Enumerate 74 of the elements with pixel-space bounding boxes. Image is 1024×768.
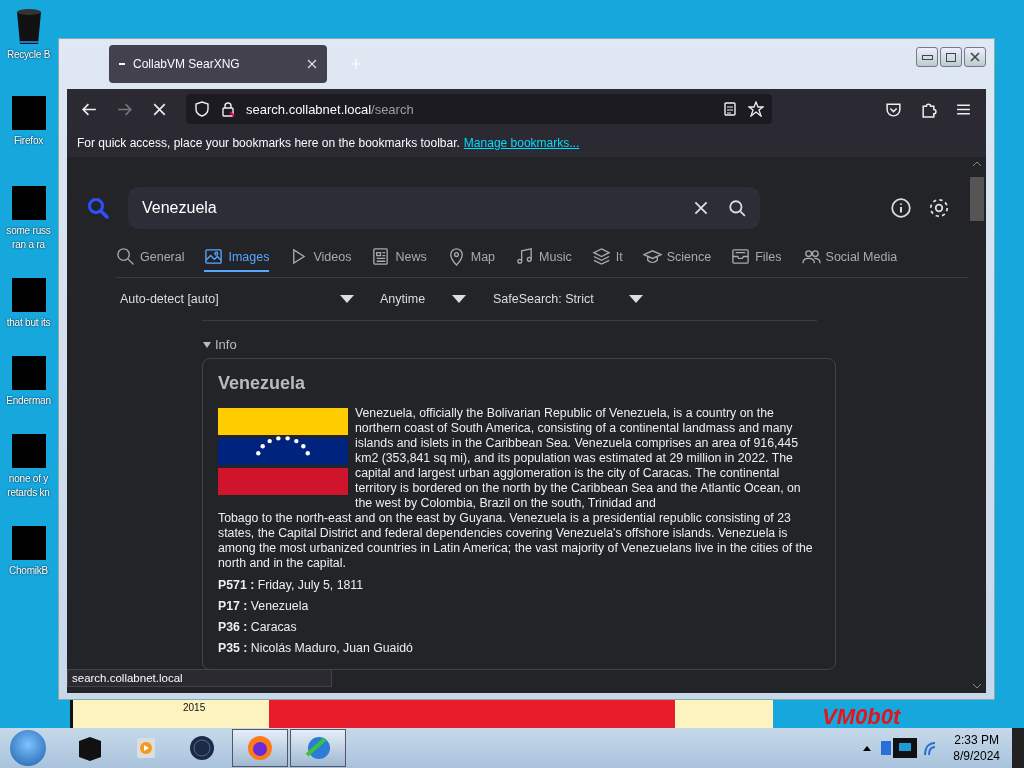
scroll-down-icon[interactable]: [972, 683, 982, 689]
browser-tab[interactable]: CollabVM SearXNG: [109, 45, 327, 83]
search-icon[interactable]: [728, 199, 746, 217]
close-button[interactable]: [964, 47, 986, 67]
lock-icon[interactable]: [220, 101, 236, 117]
url-text[interactable]: search.collabnet.local/search: [246, 101, 414, 117]
taskbar-app[interactable]: [290, 729, 346, 767]
filter-dropdown[interactable]: SafeSearch: Strict: [493, 292, 643, 306]
infobox-fact: P571 : Friday, July 5, 1811: [218, 578, 365, 592]
category-tab[interactable]: General: [116, 247, 185, 272]
close-icon[interactable]: [970, 52, 980, 62]
desktop-icon[interactable]: [11, 278, 46, 312]
people-icon[interactable]: [801, 247, 821, 266]
category-tab[interactable]: Social Media: [801, 247, 898, 272]
desktop-icon[interactable]: [11, 356, 46, 390]
category-tab[interactable]: Files: [731, 247, 782, 272]
filter-dropdown[interactable]: Auto-detect [auto]: [120, 292, 354, 306]
settings-icon[interactable]: [928, 197, 950, 219]
address-bar[interactable]: search.collabnet.local/search: [186, 94, 772, 124]
infobox-description: Tobago to the north-east and on the east by Guyana. Venezuela is a presidential republic consisting of 23 states, the Capital District and federal dependencies covering Venezuela's offshore islands. Venezuela is among the most urbanized countries in Latin America; the vast majority of Venezuelans live in the cities of the north and in the capital.: [218, 511, 814, 571]
minimize-button[interactable]: [916, 47, 938, 67]
newspaper-icon[interactable]: [371, 247, 391, 266]
scrollbar-thumb[interactable]: [970, 177, 984, 221]
globe-icon[interactable]: [187, 733, 217, 763]
inbox-icon[interactable]: [731, 247, 751, 266]
caret-icon: [629, 295, 643, 303]
desktop-icon[interactable]: [11, 96, 46, 130]
shield-icon[interactable]: [194, 101, 210, 117]
infobox-fact: P17 : Venezuela: [218, 599, 310, 613]
star-icon[interactable]: [748, 101, 764, 117]
infobox-description: Venezuela, officially the Bolivarian Republic of Venezuela, is a country on the northern coast of South America, consisting of a continental landmass and many islands and islets in the Caribbean Sea. Venezuela comprises an area of 916,445 km2 (353,841 sq mi), and its population was estimated at 29 million in 2022. The capital and largest urban agglomeration is the city of Caracas. The continental territory is bordered on the north by the Caribbean Sea and the Atlantic Ocean, on the west by Colombia, Brazil on the south, Trinidad and: [355, 406, 802, 511]
infobox-title: Venezuela: [218, 373, 307, 394]
category-tab[interactable]: It: [591, 247, 623, 272]
image-icon[interactable]: [204, 247, 224, 266]
clock-date[interactable]: 8/9/2024: [953, 749, 1000, 763]
clock-time[interactable]: 2:33 PM: [954, 733, 999, 747]
info-icon[interactable]: [890, 197, 912, 219]
wallpaper-text: VM0b0t: [822, 704, 901, 730]
desktop-icon[interactable]: [11, 186, 46, 220]
pocket-icon[interactable]: [885, 100, 902, 118]
category-tab[interactable]: Music: [515, 247, 572, 272]
category-tab[interactable]: Images: [204, 247, 270, 272]
status-url: search.collabnet.local: [67, 669, 332, 687]
infobox-fact: P36 : Caracas: [218, 620, 298, 634]
category-tab[interactable]: Map: [446, 247, 496, 272]
scroll-up-icon[interactable]: [972, 161, 982, 167]
reader-icon[interactable]: [722, 101, 738, 117]
info-toggle[interactable]: Info: [203, 337, 968, 352]
category-tab[interactable]: Videos: [289, 247, 352, 272]
tray-arrow-icon[interactable]: [863, 745, 872, 751]
music-note-icon[interactable]: [515, 247, 535, 266]
taskbar-app[interactable]: [232, 729, 288, 767]
search-logo-icon[interactable]: [86, 196, 110, 220]
caret-icon[interactable]: [203, 340, 211, 349]
layers-icon[interactable]: [591, 247, 611, 266]
filter-dropdown[interactable]: Anytime: [380, 292, 466, 306]
infobox-fact: P35 : Nicolás Maduro, Juan Guaidó: [218, 641, 414, 655]
desktop-icon[interactable]: [11, 526, 46, 560]
category-tab[interactable]: Science: [642, 247, 712, 272]
caret-icon: [452, 295, 466, 303]
bookmarks-hint: For quick access, place your bookmarks here on the bookmarks toolbar.: [77, 136, 460, 150]
graduation-cap-icon[interactable]: [642, 247, 662, 266]
search-field[interactable]: Venezuela: [128, 187, 760, 229]
maximize-button[interactable]: [940, 47, 962, 67]
wallpaper-text: 2015: [183, 702, 206, 713]
category-tab[interactable]: News: [371, 247, 427, 272]
caret-icon: [340, 295, 354, 303]
search-icon[interactable]: [116, 247, 135, 266]
firefox-icon[interactable]: [245, 733, 275, 763]
puzzle-icon[interactable]: [920, 100, 937, 118]
clear-icon[interactable]: [692, 199, 710, 217]
desktop-icon[interactable]: [11, 434, 46, 468]
manage-bookmarks-link[interactable]: Manage bookmarks...: [463, 136, 580, 150]
start-button[interactable]: [10, 730, 46, 766]
